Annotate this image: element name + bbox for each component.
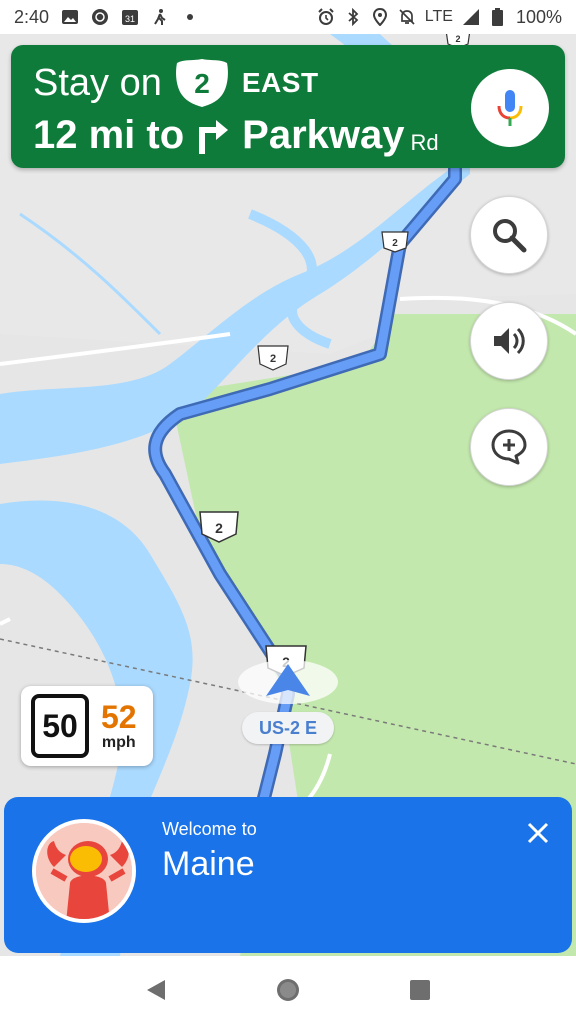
navigation-banner[interactable]: Stay on 2 EAST 12 mi to Parkway Rd: [11, 45, 565, 168]
route-shield: 2: [381, 231, 409, 253]
sound-button[interactable]: [470, 302, 548, 380]
recents-icon: [410, 980, 430, 1000]
notifications-off-icon: [398, 8, 416, 26]
turn-right-icon: [199, 119, 229, 154]
instruction-line-2: 12 mi to Parkway Rd: [33, 113, 439, 158]
walking-icon: [151, 8, 169, 26]
add-report-button[interactable]: [470, 408, 548, 486]
search-along-route-button[interactable]: [470, 196, 548, 274]
home-button[interactable]: [268, 970, 308, 1010]
svg-text:2: 2: [270, 353, 276, 365]
mic-icon: [497, 90, 523, 126]
svg-text:2: 2: [215, 520, 223, 536]
speed-unit: mph: [101, 734, 136, 751]
minor-road: [0, 617, 11, 626]
speed-panel: 50 52 mph: [21, 686, 153, 766]
signal-icon: [462, 8, 480, 26]
home-icon: [277, 979, 299, 1001]
system-navigation-bar: [0, 956, 576, 1024]
instruction-line-1: Stay on 2 EAST: [33, 59, 319, 107]
welcome-subtitle: Welcome to: [162, 819, 257, 839]
welcome-card[interactable]: Welcome to Maine: [4, 797, 572, 953]
route-shield: 2: [257, 345, 289, 371]
battery-icon: [489, 8, 507, 26]
battery-level: 100%: [515, 6, 562, 27]
bluetooth-icon: [344, 8, 362, 26]
svg-text:2: 2: [392, 238, 398, 249]
back-button[interactable]: [136, 970, 176, 1010]
alarm-icon: [317, 8, 335, 26]
close-icon: [527, 822, 549, 844]
photos-icon: [61, 8, 79, 26]
current-road-label: US-2 E: [242, 712, 334, 744]
route-direction: EAST: [241, 67, 319, 98]
status-bar: 2:40 31 LTE 100%: [0, 0, 576, 34]
voice-search-button[interactable]: [471, 69, 549, 147]
route-number: 2: [194, 68, 210, 99]
add-report-icon: [491, 429, 527, 465]
back-icon: [147, 980, 165, 1000]
search-icon: [493, 219, 527, 253]
close-welcome-button[interactable]: [522, 817, 554, 849]
street-suffix: Rd: [410, 129, 439, 155]
current-speed: 52 mph: [101, 700, 137, 752]
us-route-shield-icon: 2: [175, 59, 228, 107]
instruction-prefix: Stay on: [33, 61, 162, 104]
location-icon: [371, 8, 389, 26]
welcome-title: Maine: [162, 845, 255, 883]
distance-to-turn: 12 mi to: [33, 113, 185, 157]
svg-text:2: 2: [455, 34, 460, 44]
calendar-icon: 31: [121, 8, 139, 26]
current-speed-value: 52: [101, 699, 137, 735]
lobster-avatar: [32, 819, 136, 923]
camera-shutter-icon: [91, 8, 109, 26]
notification-dot-icon: [181, 8, 199, 26]
street-name: Parkway: [242, 113, 405, 157]
network-type: LTE: [424, 8, 453, 25]
recents-button[interactable]: [400, 970, 440, 1010]
lobster-icon: [36, 823, 132, 919]
volume-icon: [494, 327, 525, 355]
speed-limit-sign: 50: [31, 694, 89, 758]
clock: 2:40: [14, 6, 50, 27]
calendar-day: 31: [125, 14, 135, 24]
